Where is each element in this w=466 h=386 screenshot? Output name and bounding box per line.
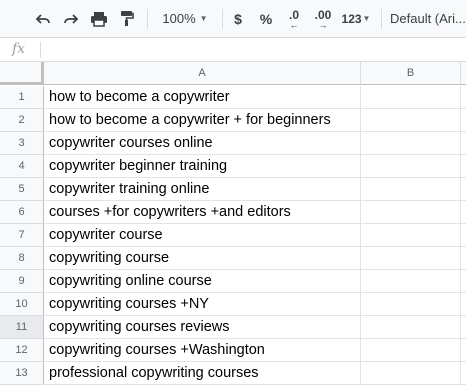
cell-c13[interactable] bbox=[461, 362, 466, 385]
more-formats-label: 123 bbox=[341, 11, 362, 26]
row-header[interactable]: 5 bbox=[0, 178, 44, 201]
cell-b1[interactable] bbox=[361, 86, 461, 109]
cell-c4[interactable] bbox=[461, 155, 466, 178]
table-row: 9 copywriting online course bbox=[0, 270, 466, 293]
row-header[interactable]: 11 bbox=[0, 316, 44, 339]
arrow-left-icon: ← bbox=[289, 19, 299, 30]
cell-a4[interactable]: copywriter beginner training bbox=[44, 155, 361, 178]
cell-c9[interactable] bbox=[461, 270, 466, 293]
increase-decimals-button[interactable]: .00 → bbox=[310, 0, 336, 37]
row-header[interactable]: 8 bbox=[0, 247, 44, 270]
chevron-down-icon: ▼ bbox=[199, 14, 208, 23]
row-header[interactable]: 4 bbox=[0, 155, 44, 178]
formula-bar: fx bbox=[0, 38, 466, 62]
fx-icon: fx bbox=[12, 41, 26, 57]
table-row: 12 copywriting courses +Washington bbox=[0, 339, 466, 362]
zoom-select[interactable]: 100% ▼ bbox=[155, 0, 215, 37]
toolbar-divider bbox=[381, 9, 382, 29]
row-header[interactable]: 7 bbox=[0, 224, 44, 247]
cell-a11[interactable]: copywriting courses reviews bbox=[44, 316, 361, 339]
cell-a1[interactable]: how to become a copywriter bbox=[44, 86, 361, 109]
toolbar-divider bbox=[222, 9, 223, 29]
cell-b6[interactable] bbox=[361, 201, 461, 224]
cell-c2[interactable] bbox=[461, 109, 466, 132]
cell-a5[interactable]: copywriter training online bbox=[44, 178, 361, 201]
redo-icon[interactable] bbox=[60, 0, 82, 37]
toolbar-divider bbox=[147, 9, 148, 29]
cell-a3[interactable]: copywriter courses online bbox=[44, 132, 361, 155]
table-row: 5 copywriter training online bbox=[0, 178, 466, 201]
cell-c7[interactable] bbox=[461, 224, 466, 247]
cell-a7[interactable]: copywriter course bbox=[44, 224, 361, 247]
paint-format-icon[interactable] bbox=[116, 0, 138, 37]
currency-format-button[interactable]: $ bbox=[228, 0, 248, 37]
column-header-b[interactable]: B bbox=[361, 62, 461, 85]
cell-c3[interactable] bbox=[461, 132, 466, 155]
table-row: 7 copywriter course bbox=[0, 224, 466, 247]
decrease-decimals-label: .0 bbox=[288, 7, 299, 22]
table-row: 4 copywriter beginner training bbox=[0, 155, 466, 178]
column-header-c[interactable] bbox=[461, 62, 466, 85]
cell-b2[interactable] bbox=[361, 109, 461, 132]
row-header[interactable]: 2 bbox=[0, 109, 44, 132]
cell-a8[interactable]: copywriting course bbox=[44, 247, 361, 270]
cell-a2[interactable]: how to become a copywriter + for beginne… bbox=[44, 109, 361, 132]
table-row: 11 copywriting courses reviews bbox=[0, 316, 466, 339]
column-header-a[interactable]: A bbox=[44, 62, 361, 85]
cell-c5[interactable] bbox=[461, 178, 466, 201]
cell-a6[interactable]: courses +for copywriters +and editors bbox=[44, 201, 361, 224]
font-family-select[interactable]: Default (Ari... bbox=[390, 0, 466, 37]
row-header[interactable]: 10 bbox=[0, 293, 44, 316]
formula-input[interactable] bbox=[46, 40, 460, 60]
percent-format-button[interactable]: % bbox=[256, 0, 276, 37]
table-row: 10 copywriting courses +NY bbox=[0, 293, 466, 316]
cell-c8[interactable] bbox=[461, 247, 466, 270]
toolbar: 100% ▼ $ % .0 ← .00 → 123 ▼ Default (Ari… bbox=[0, 0, 466, 38]
decrease-decimals-button[interactable]: .0 ← bbox=[282, 0, 306, 37]
undo-icon[interactable] bbox=[32, 0, 54, 37]
cell-b11[interactable] bbox=[361, 316, 461, 339]
cell-b5[interactable] bbox=[361, 178, 461, 201]
cell-c11[interactable] bbox=[461, 316, 466, 339]
row-header[interactable]: 1 bbox=[0, 86, 44, 109]
table-row: 1 how to become a copywriter bbox=[0, 86, 466, 109]
cell-c6[interactable] bbox=[461, 201, 466, 224]
cell-b12[interactable] bbox=[361, 339, 461, 362]
zoom-value: 100% bbox=[162, 11, 196, 26]
cell-c12[interactable] bbox=[461, 339, 466, 362]
cell-a10[interactable]: copywriting courses +NY bbox=[44, 293, 361, 316]
cell-b7[interactable] bbox=[361, 224, 461, 247]
increase-decimals-label: .00 bbox=[314, 7, 332, 22]
select-all-corner[interactable] bbox=[0, 62, 44, 85]
more-formats-button[interactable]: 123 ▼ bbox=[339, 0, 373, 37]
formula-divider bbox=[40, 42, 41, 58]
table-row: 8 copywriting course bbox=[0, 247, 466, 270]
cell-b8[interactable] bbox=[361, 247, 461, 270]
cell-c10[interactable] bbox=[461, 293, 466, 316]
cell-a9[interactable]: copywriting online course bbox=[44, 270, 361, 293]
cell-a13[interactable]: professional copywriting courses bbox=[44, 362, 361, 385]
cell-a12[interactable]: copywriting courses +Washington bbox=[44, 339, 361, 362]
table-row: 2 how to become a copywriter + for begin… bbox=[0, 109, 466, 132]
chevron-down-icon: ▼ bbox=[362, 14, 371, 23]
cell-b9[interactable] bbox=[361, 270, 461, 293]
print-icon[interactable] bbox=[88, 0, 110, 37]
cell-b13[interactable] bbox=[361, 362, 461, 385]
row-header[interactable]: 3 bbox=[0, 132, 44, 155]
table-row: 13 professional copywriting courses bbox=[0, 362, 466, 385]
row-header[interactable]: 12 bbox=[0, 339, 44, 362]
cell-b10[interactable] bbox=[361, 293, 461, 316]
row-header[interactable]: 6 bbox=[0, 201, 44, 224]
table-row: 6 courses +for copywriters +and editors bbox=[0, 201, 466, 224]
table-row: 3 copywriter courses online bbox=[0, 132, 466, 155]
row-header[interactable]: 9 bbox=[0, 270, 44, 293]
cell-b3[interactable] bbox=[361, 132, 461, 155]
cell-c1[interactable] bbox=[461, 86, 466, 109]
row-header[interactable]: 13 bbox=[0, 362, 44, 385]
cell-b4[interactable] bbox=[361, 155, 461, 178]
arrow-right-icon: → bbox=[318, 19, 328, 30]
